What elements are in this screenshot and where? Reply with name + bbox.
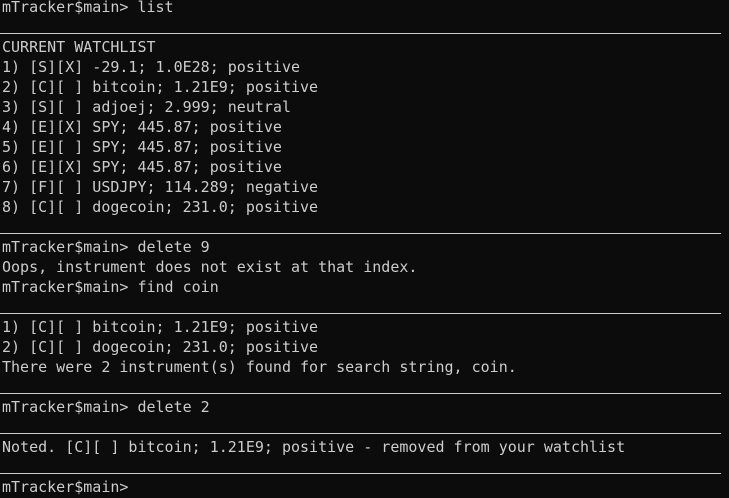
separator (0, 33, 721, 34)
command-line-list: mTracker$main> list (2, 0, 174, 16)
watchlist-item: 6) [E][X] SPY; 445.87; positive (2, 158, 282, 176)
find-summary: There were 2 instrument(s) found for sea… (2, 358, 517, 376)
find-result-item: 2) [C][ ] dogecoin; 231.0; positive (2, 338, 319, 356)
command-line-delete-2: mTracker$main> delete 2 (2, 398, 210, 416)
text-cursor (128, 491, 136, 492)
delete-confirmation: Noted. [C][ ] bitcoin; 1.21E9; positive … (2, 438, 626, 456)
command-line-delete-9: mTracker$main> delete 9 (2, 238, 210, 256)
find-result-item: 1) [C][ ] bitcoin; 1.21E9; positive (2, 318, 319, 336)
separator (0, 393, 721, 394)
watchlist-header: CURRENT WATCHLIST (2, 38, 156, 56)
terminal-window[interactable]: mTracker$main> list CURRENT WATCHLIST 1)… (0, 0, 729, 498)
prompt-text: mTracker$main> (2, 478, 129, 496)
separator (0, 473, 721, 474)
command-prompt[interactable]: mTracker$main> (2, 477, 136, 497)
watchlist-item: 4) [E][X] SPY; 445.87; positive (2, 118, 282, 136)
separator (0, 433, 721, 434)
watchlist-item: 8) [C][ ] dogecoin; 231.0; positive (2, 198, 319, 216)
error-message: Oops, instrument does not exist at that … (2, 258, 418, 276)
watchlist-item: 3) [S][ ] adjoej; 2.999; neutral (2, 98, 291, 116)
command-line-find: mTracker$main> find coin (2, 278, 219, 296)
watchlist-item: 1) [S][X] -29.1; 1.0E28; positive (2, 58, 301, 76)
watchlist-item: 7) [F][ ] USDJPY; 114.289; negative (2, 178, 319, 196)
watchlist-item: 5) [E][ ] SPY; 445.87; positive (2, 138, 282, 156)
separator (0, 233, 721, 234)
separator (0, 313, 721, 314)
watchlist-item: 2) [C][ ] bitcoin; 1.21E9; positive (2, 78, 319, 96)
